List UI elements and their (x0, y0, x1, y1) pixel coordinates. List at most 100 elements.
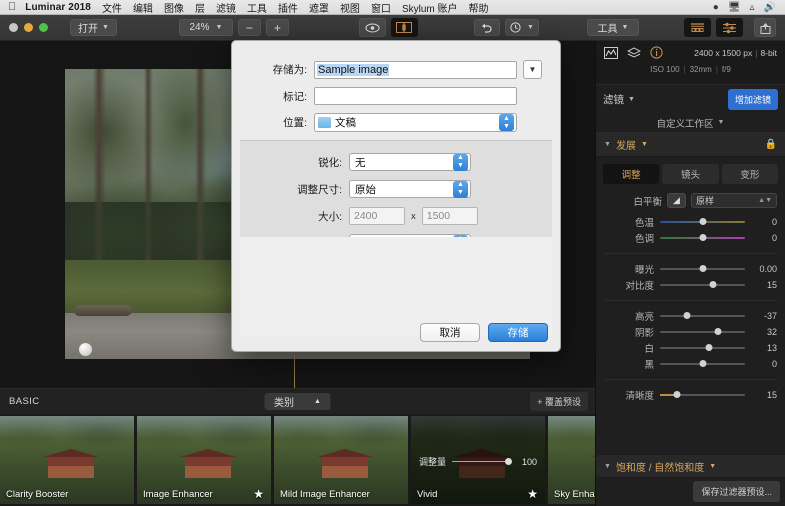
save-dialog[interactable]: 存储为: Sample image ▼ 标记: 位置: 文稿 ▲ ▼ 锐化: 无… (231, 40, 561, 352)
menu-item-edit[interactable]: 编辑 (133, 0, 153, 15)
layers-icon[interactable] (627, 46, 641, 59)
histogram-icon[interactable] (604, 46, 618, 59)
stepper-updown-icon[interactable]: ▲▼ (453, 180, 468, 198)
resize-select[interactable]: 原始 ▲ ▼ (349, 180, 471, 198)
menu-item-view[interactable]: 视图 (340, 0, 360, 15)
menu-item-window[interactable]: 窗口 (371, 0, 391, 15)
triangle-down-icon[interactable]: ▼ (604, 463, 611, 470)
menu-item-skylum-account[interactable]: Skylum 账户 (402, 0, 458, 15)
menu-item-plugins[interactable]: 插件 (278, 0, 298, 15)
category-dropdown-button[interactable]: 类别 ▲ (264, 393, 331, 410)
triangle-down-icon[interactable]: ▼ (604, 141, 611, 148)
slider-track[interactable] (660, 265, 745, 272)
save-filter-preset-button[interactable]: 保存过滤器预设... (693, 481, 780, 502)
slider-knob[interactable] (673, 391, 681, 398)
white-balance-select[interactable]: 原样 ▲▼ (691, 193, 777, 208)
favorite-star-icon[interactable]: ★ (253, 487, 264, 501)
slider-tint[interactable]: 色调 0 (596, 230, 785, 246)
save-as-input[interactable]: Sample image (314, 60, 517, 79)
slider-knob[interactable] (683, 312, 691, 319)
slider-temperature[interactable]: 色温 0 (596, 214, 785, 230)
slider-knob[interactable] (699, 265, 706, 272)
slider-knob[interactable] (699, 234, 706, 241)
slider-highlights[interactable]: 高亮 -37 (596, 308, 785, 324)
add-filter-button[interactable]: 增加滤镜 (727, 88, 778, 110)
stepper-updown-icon[interactable]: ▲▼ (453, 153, 468, 171)
slider-blacks[interactable]: 黑 0 (596, 356, 785, 372)
slider-shadows[interactable]: 阴影 32 (596, 324, 785, 340)
tools-button[interactable]: 工具 ▼ (586, 19, 639, 36)
menu-item-tools[interactable]: 工具 (247, 0, 267, 15)
close-window-button[interactable] (9, 23, 18, 32)
tab-lens[interactable]: 镜头 (662, 164, 719, 184)
preset-amount-knob[interactable] (505, 458, 512, 465)
presets-panel-button[interactable] (683, 18, 711, 37)
slider-exposure[interactable]: 曝光 0.00 (596, 261, 785, 277)
menu-item-mask[interactable]: 遮罩 (309, 0, 329, 15)
preset-amount-slider[interactable]: 调整量 100 (419, 455, 537, 468)
zoom-out-button[interactable]: − (237, 19, 261, 36)
slider-track[interactable] (660, 218, 745, 225)
preset-amount-track[interactable] (452, 458, 512, 465)
open-button[interactable]: 打开 ▼ (70, 19, 117, 36)
size-width-input[interactable]: 2400 (349, 207, 405, 225)
history-button[interactable]: ▼ (504, 19, 539, 36)
slider-knob[interactable] (714, 328, 722, 335)
overlay-presets-button[interactable]: + 覆盖预设 (530, 392, 588, 411)
bluetooth-icon[interactable]: ● (713, 2, 719, 13)
slider-knob[interactable] (699, 218, 706, 225)
slider-whites[interactable]: 白 13 (596, 340, 785, 356)
preset-item-mild-image-enhancer[interactable]: Mild Image Enhancer (274, 416, 408, 504)
slider-track[interactable] (660, 391, 745, 398)
lock-icon[interactable]: 🔒 (765, 139, 777, 150)
tab-adjust[interactable]: 调整 (603, 164, 660, 184)
develop-section-header[interactable]: ▼ 发展 ▼ 🔒 (596, 133, 785, 157)
slider-knob[interactable] (699, 360, 706, 367)
zoom-in-button[interactable]: + (265, 19, 289, 36)
slider-track[interactable] (660, 344, 745, 351)
save-button[interactable]: 存储 (488, 323, 548, 342)
minimize-window-button[interactable] (24, 23, 33, 32)
chevron-down-icon[interactable]: ▼ (709, 463, 716, 470)
slider-track[interactable] (660, 281, 745, 288)
slider-contrast[interactable]: 对比度 15 (596, 277, 785, 293)
wifi-icon[interactable]: ▵ (750, 2, 755, 13)
chevron-down-icon[interactable]: ▼ (628, 96, 635, 103)
slider-track[interactable] (660, 234, 745, 241)
menu-item-help[interactable]: 帮助 (469, 0, 489, 15)
undo-button[interactable] (473, 19, 500, 36)
zoom-level-select[interactable]: 24% ▼ (178, 19, 233, 36)
slider-track[interactable] (660, 328, 745, 335)
zoom-window-button[interactable] (39, 23, 48, 32)
slider-track[interactable] (660, 312, 745, 319)
preset-filmstrip[interactable]: Clarity Booster Image Enhancer ★ Mild Im… (0, 414, 682, 506)
sharpen-select[interactable]: 无 ▲ ▼ (349, 153, 471, 171)
size-height-input[interactable]: 1500 (421, 207, 478, 225)
apple-logo-icon[interactable]:  (8, 1, 16, 13)
tab-transform[interactable]: 变形 (721, 164, 778, 184)
eyedropper-icon[interactable]: ◢ (667, 193, 686, 208)
adjustments-panel-button[interactable] (715, 18, 743, 37)
stepper-updown-icon[interactable]: ▲▼ (499, 114, 514, 131)
menu-item-layer[interactable]: 层 (195, 0, 205, 15)
slider-track[interactable] (660, 360, 745, 367)
info-icon[interactable] (650, 46, 663, 59)
share-export-button[interactable] (754, 18, 776, 37)
slider-knob[interactable] (705, 344, 713, 351)
slider-knob[interactable] (709, 281, 717, 288)
compare-split-button[interactable] (390, 18, 418, 37)
menu-item-image[interactable]: 图像 (164, 0, 184, 15)
menu-item-file[interactable]: 文件 (102, 0, 122, 15)
volume-icon[interactable]: 🔊 (764, 2, 776, 13)
expand-dialog-button[interactable]: ▼ (523, 60, 542, 79)
favorite-star-icon[interactable]: ★ (527, 487, 538, 501)
saturation-section-header[interactable]: ▼ 饱和度 / 自然饱和度 ▼ (596, 454, 785, 478)
tags-input[interactable] (314, 87, 517, 105)
preset-item-vivid[interactable]: 调整量 100 Vivid ★ (411, 416, 545, 504)
menu-app-name[interactable]: Luminar 2018 (25, 2, 91, 13)
cancel-button[interactable]: 取消 (420, 323, 480, 342)
menu-item-filter[interactable]: 滤镜 (216, 0, 236, 15)
preset-item-clarity-booster[interactable]: Clarity Booster (0, 416, 134, 504)
workspace-selector[interactable]: 自定义工作区 ▼ (596, 113, 785, 133)
chevron-down-icon[interactable]: ▼ (641, 141, 648, 148)
